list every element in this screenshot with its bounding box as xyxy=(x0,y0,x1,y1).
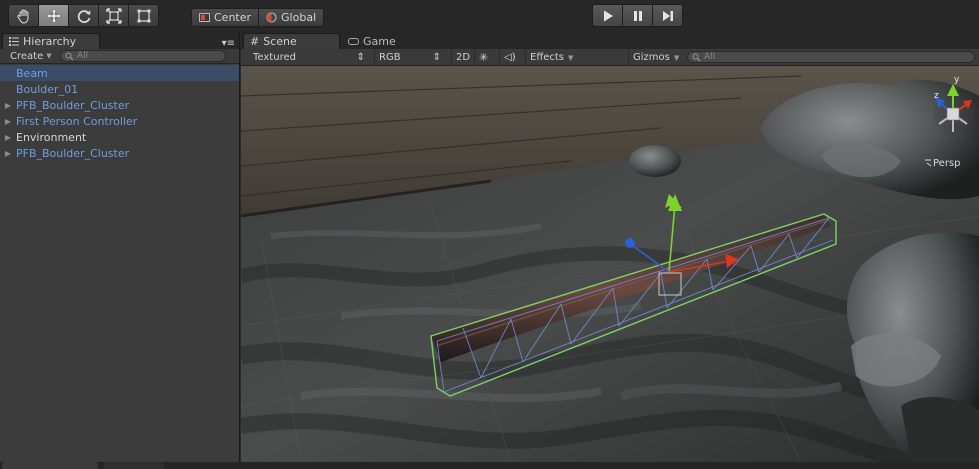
main-toolbar: Center Global xyxy=(0,0,979,32)
hierarchy-tree: Beam Boulder_01 ▶ PFB_Boulder_Cluster ▶ First… xyxy=(0,64,239,161)
scale-tool-button[interactable] xyxy=(98,4,129,27)
hierarchy-search-placeholder: All xyxy=(77,51,89,61)
tab-hierarchy-label: Hierarchy xyxy=(23,35,77,48)
rect-tool-button[interactable] xyxy=(128,4,159,27)
gizmos-label: Gizmos xyxy=(633,52,670,63)
hand-icon xyxy=(16,8,29,24)
scene-tabbar: # Scene Game xyxy=(241,32,979,49)
play-button[interactable] xyxy=(592,4,623,27)
lighting-toggle[interactable]: ✳ xyxy=(474,50,492,65)
playback-controls xyxy=(592,4,683,28)
mode-2d-toggle[interactable]: 2D xyxy=(451,50,474,65)
tab-game-label: Game xyxy=(363,35,396,48)
rotate-icon xyxy=(77,9,90,23)
audio-toggle[interactable]: ◁) xyxy=(499,50,520,65)
expand-arrow-icon[interactable]: ▶ xyxy=(0,117,16,126)
orientation-center-cube[interactable] xyxy=(946,107,960,121)
persp-label[interactable]: Persp xyxy=(933,158,961,169)
tab-game[interactable]: Game xyxy=(341,33,411,49)
tab-scene-label: Scene xyxy=(263,35,297,48)
create-dropdown[interactable]: Create ▼ xyxy=(10,51,52,62)
global-icon xyxy=(266,12,277,23)
updown-icon: ⇕ xyxy=(432,52,441,63)
bottom-tab-2[interactable] xyxy=(104,462,164,469)
scene-search-placeholder: All xyxy=(704,52,716,62)
pause-button[interactable] xyxy=(622,4,653,27)
color-mode-label: RGB xyxy=(379,52,401,63)
color-mode-dropdown[interactable]: RGB ⇕ xyxy=(374,50,444,65)
hierarchy-item-label: PFB_Boulder_Cluster xyxy=(16,146,130,160)
hierarchy-item[interactable]: ▶ PFB_Boulder_Cluster xyxy=(0,97,239,113)
pivot-global-button[interactable]: Global xyxy=(258,8,325,27)
chevron-down-icon: ▼ xyxy=(46,52,52,60)
create-label: Create xyxy=(10,50,44,62)
scene-search-input[interactable]: All xyxy=(687,51,975,63)
chevron-down-icon: ▼ xyxy=(568,53,574,62)
step-button[interactable] xyxy=(652,4,683,27)
game-controller-icon xyxy=(348,38,359,45)
hierarchy-list-icon xyxy=(9,37,19,46)
pivot-center-button[interactable]: Center xyxy=(191,8,260,27)
pivot-global-label: Global xyxy=(281,11,317,24)
panel-menu-icon[interactable]: ▾≡ xyxy=(222,38,235,49)
scene-grid-icon: # xyxy=(250,35,260,48)
transform-tools xyxy=(8,4,159,28)
effects-dropdown[interactable]: Effects ▼ xyxy=(525,50,577,65)
pivot-center-label: Center xyxy=(214,11,252,24)
search-icon xyxy=(692,53,701,61)
render-mode-dropdown[interactable]: Textured ⇕ xyxy=(249,50,368,65)
chevron-down-icon: ▼ xyxy=(673,53,680,62)
rotate-tool-button[interactable] xyxy=(68,4,99,27)
bottom-panel-tabs xyxy=(0,462,979,469)
hierarchy-item-label: Beam xyxy=(16,66,48,80)
search-icon xyxy=(65,52,74,60)
boulder-small xyxy=(629,145,681,177)
hierarchy-item[interactable]: ▶ First Person Controller xyxy=(0,113,239,129)
hierarchy-item[interactable]: Beam xyxy=(0,65,239,81)
speaker-icon: ◁) xyxy=(504,52,516,63)
move-icon xyxy=(46,8,61,23)
expand-arrow-icon[interactable]: ▶ xyxy=(0,133,16,142)
hierarchy-item-label: Boulder_01 xyxy=(16,82,79,96)
hierarchy-item-label: Environment xyxy=(16,130,87,144)
pivot-center-icon xyxy=(199,13,210,22)
step-icon xyxy=(662,10,673,21)
hierarchy-tabbar: Hierarchy ▾≡ xyxy=(0,32,239,49)
updown-icon: ⇕ xyxy=(356,52,365,63)
hierarchy-item[interactable]: ▶ PFB_Boulder_Cluster xyxy=(0,145,239,161)
gizmo-axis-y-label: y xyxy=(954,75,960,85)
pivot-toggles: Center Global xyxy=(191,8,325,27)
mode-2d-label: 2D xyxy=(456,52,471,63)
hierarchy-item[interactable]: Boulder_01 xyxy=(0,81,239,97)
hand-tool-button[interactable] xyxy=(8,4,39,27)
gizmos-dropdown[interactable]: Gizmos ▼ xyxy=(628,50,683,65)
gizmo-z-arrow[interactable] xyxy=(625,238,635,248)
rect-icon xyxy=(137,9,150,22)
hierarchy-toolbar: Create ▼ All xyxy=(0,49,239,64)
tab-scene[interactable]: # Scene xyxy=(243,33,340,49)
move-tool-button[interactable] xyxy=(38,4,69,27)
scene-toolbar: Textured ⇕ RGB ⇕ 2D ✳ ◁) Effects ▼ Gizmo… xyxy=(241,49,979,66)
expand-arrow-icon[interactable]: ▶ xyxy=(0,149,16,158)
scale-icon xyxy=(105,7,122,24)
sun-icon: ✳ xyxy=(479,51,489,64)
tab-hierarchy[interactable]: Hierarchy xyxy=(2,33,100,49)
hierarchy-search-input[interactable]: All xyxy=(60,50,226,62)
expand-arrow-icon[interactable]: ▶ xyxy=(0,101,16,110)
hierarchy-item-label: PFB_Boulder_Cluster xyxy=(16,98,130,112)
pause-icon xyxy=(633,10,642,21)
scene-viewport[interactable]: y z Persp xyxy=(241,66,979,462)
gizmo-axis-z-label: z xyxy=(934,91,939,101)
hierarchy-item-label: First Person Controller xyxy=(16,114,138,128)
bottom-tab-1[interactable] xyxy=(2,462,98,469)
hierarchy-panel: Hierarchy ▾≡ Create ▼ All Beam Boulder_01… xyxy=(0,32,240,462)
scene-panel: # Scene Game Textured ⇕ RGB ⇕ 2D ✳ ◁) Ef xyxy=(241,32,979,462)
effects-label: Effects xyxy=(530,52,564,63)
hierarchy-item[interactable]: ▶ Environment xyxy=(0,129,239,145)
render-mode-label: Textured xyxy=(253,52,296,63)
play-icon xyxy=(603,10,613,21)
